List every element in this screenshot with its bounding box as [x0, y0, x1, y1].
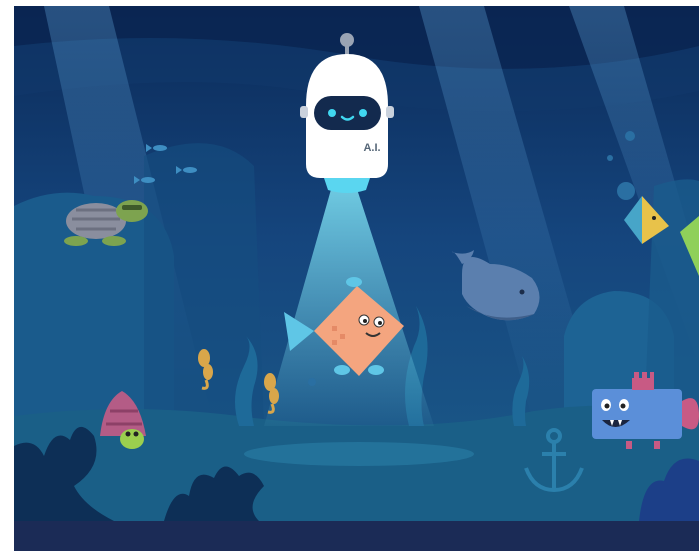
robot-face-icon [314, 96, 381, 130]
ocean-canvas: A.I. [14, 6, 699, 521]
sand-patch [244, 442, 474, 466]
antenna-icon [340, 33, 354, 47]
robot-lamp [324, 178, 370, 193]
bottom-bar [14, 521, 699, 551]
robot-label: A.I. [363, 142, 380, 154]
ocean-scene: A.I. [14, 6, 699, 551]
